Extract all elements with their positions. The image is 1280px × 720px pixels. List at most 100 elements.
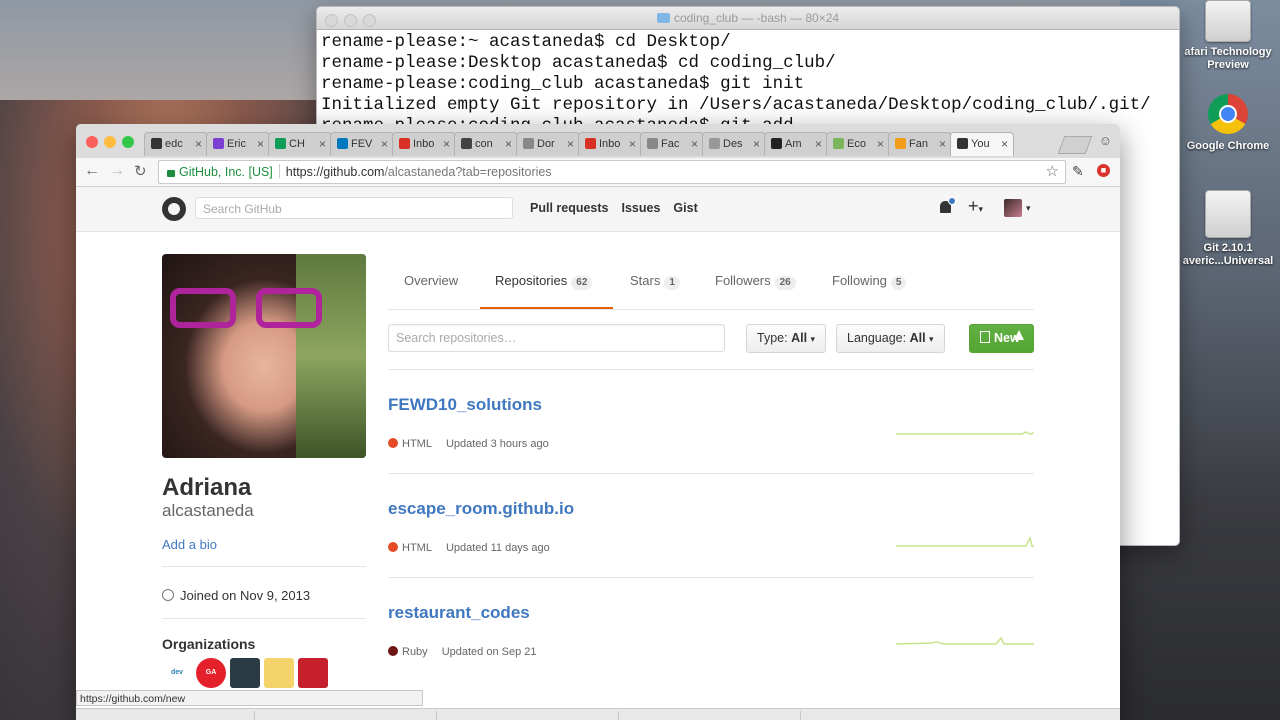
browser-tab[interactable]: FEV × (330, 132, 394, 156)
browser-tab[interactable]: Fan × (888, 132, 952, 156)
organization-avatar[interactable] (298, 658, 328, 688)
chrome-app-icon[interactable]: Google Chrome (1180, 94, 1276, 153)
github-search-input[interactable]: Search GitHub (195, 197, 513, 219)
download-item[interactable] (448, 711, 619, 720)
browser-tab[interactable]: Fac × (640, 132, 704, 156)
tab-strip[interactable]: edc × Eric × CH × FEV × Inbo × con × Dor × Inbo × Fac × De… (76, 124, 1120, 158)
minimize-window-button[interactable] (104, 136, 116, 148)
repository-search-input[interactable]: Search repositories… (388, 324, 725, 352)
browser-tab[interactable]: You × (950, 132, 1014, 156)
repository-name-link[interactable]: restaurant_codes (388, 603, 530, 623)
close-tab-icon[interactable]: × (753, 137, 760, 151)
address-bar[interactable]: GitHub, Inc. [US] https://github.com/alca… (158, 160, 1066, 184)
close-tab-icon[interactable]: × (443, 137, 450, 151)
favicon-icon (709, 138, 720, 149)
nav-pull-requests[interactable]: Pull requests (530, 201, 609, 215)
download-item[interactable] (630, 711, 801, 720)
browser-window[interactable]: edc × Eric × CH × FEV × Inbo × con × Dor × Inbo × Fac × De… (76, 124, 1120, 720)
desktop-icon-label: Google Chrome (1186, 140, 1270, 152)
window-controls[interactable] (325, 12, 382, 34)
safari-tp-drive-icon[interactable]: afari Technology Preview (1180, 0, 1276, 72)
browser-tab[interactable]: Inbo × (578, 132, 642, 156)
type-filter-dropdown[interactable]: Type: All ▾ (746, 324, 827, 353)
git-drive-icon[interactable]: Git 2.10.1 averic...Universal (1180, 190, 1276, 268)
close-tab-icon[interactable]: × (257, 137, 264, 151)
browser-tab[interactable]: Inbo × (392, 132, 456, 156)
add-bio-link[interactable]: Add a bio (162, 537, 217, 552)
terminal-titlebar[interactable]: coding_club — -bash — 80×24 (317, 7, 1179, 30)
close-tab-icon[interactable]: × (939, 137, 946, 151)
ublock-extension-icon[interactable]: ■ (1097, 164, 1110, 177)
favicon-icon (151, 138, 162, 149)
repository-name-link[interactable]: FEWD10_solutions (388, 395, 542, 415)
browser-tabs[interactable]: edc × Eric × CH × FEV × Inbo × con × Dor × Inbo × Fac × De… (144, 132, 1014, 158)
tab-followers[interactable]: Followers 26 (715, 273, 796, 290)
profile-photo[interactable] (162, 254, 366, 458)
browser-tab[interactable]: Des × (702, 132, 766, 156)
github-logo-icon[interactable] (162, 197, 186, 221)
new-tab-button[interactable] (1057, 136, 1093, 154)
close-tab-icon[interactable]: × (629, 137, 636, 151)
downloads-bar (76, 708, 1120, 720)
organization-avatar[interactable]: GA (196, 658, 226, 688)
repository-meta: Ruby Updated on Sep 21 (388, 646, 537, 658)
ev-certificate-label[interactable]: GitHub, Inc. [US] (179, 165, 273, 179)
reload-icon[interactable]: ↻ (134, 162, 147, 180)
close-tab-icon[interactable]: × (691, 137, 698, 151)
tab-following[interactable]: Following 5 (832, 273, 907, 290)
close-tab-icon[interactable]: × (505, 137, 512, 151)
chevron-down-icon[interactable]: ▾ (1026, 203, 1031, 214)
window-controls[interactable] (86, 135, 140, 153)
browser-tab[interactable]: Am × (764, 132, 828, 156)
close-tab-icon[interactable]: × (877, 137, 884, 151)
organizations-heading: Organizations (162, 636, 256, 652)
organization-avatar[interactable]: dev (162, 658, 192, 688)
drive-icon (1205, 190, 1251, 238)
favicon-icon (461, 138, 472, 149)
organization-avatar[interactable] (264, 658, 294, 688)
close-tab-icon[interactable]: × (1001, 137, 1008, 151)
tab-stars[interactable]: Stars 1 (630, 273, 680, 290)
zoom-window-button[interactable] (363, 14, 376, 27)
activity-sparkline (896, 431, 1034, 435)
zoom-window-button[interactable] (122, 136, 134, 148)
close-tab-icon[interactable]: × (567, 137, 574, 151)
repository-updated: Updated on Sep 21 (441, 646, 537, 658)
language-filter-dropdown[interactable]: Language: All ▾ (836, 324, 945, 353)
tab-title: Eco (847, 138, 866, 150)
new-repository-button[interactable]: New (969, 324, 1034, 353)
download-item[interactable] (84, 711, 255, 720)
filter-label: Language: (847, 331, 907, 345)
close-window-button[interactable] (325, 14, 338, 27)
create-new-menu[interactable]: +▾ (968, 196, 983, 217)
terminal-output[interactable]: rename-please:~ acastaneda$ cd Desktop/r… (317, 30, 1179, 139)
close-tab-icon[interactable]: × (319, 137, 326, 151)
photo-foliage (296, 254, 366, 458)
extension-icon[interactable]: ✎ (1072, 163, 1084, 180)
organization-avatar[interactable] (230, 658, 260, 688)
close-tab-icon[interactable]: × (381, 137, 388, 151)
browser-tab[interactable]: Dor × (516, 132, 580, 156)
browser-tab[interactable]: edc × (144, 132, 208, 156)
terminal-line: rename-please:Desktop acastaneda$ cd cod… (321, 53, 836, 73)
back-icon[interactable]: ← (84, 162, 100, 180)
close-tab-icon[interactable]: × (815, 137, 822, 151)
download-item[interactable] (266, 711, 437, 720)
bookmark-star-icon[interactable]: ☆ (1046, 161, 1059, 183)
nav-issues[interactable]: Issues (622, 201, 661, 215)
tab-repositories[interactable]: Repositories 62 (495, 273, 593, 290)
forward-icon[interactable]: → (109, 162, 125, 180)
browser-tab[interactable]: Eco × (826, 132, 890, 156)
tab-overview[interactable]: Overview (404, 273, 458, 288)
browser-tab[interactable]: con × (454, 132, 518, 156)
nav-gist[interactable]: Gist (673, 201, 697, 215)
repository-item: FEWD10_solutions HTML Updated 3 hours ago (388, 369, 1034, 474)
user-avatar-menu[interactable] (1004, 199, 1022, 217)
close-window-button[interactable] (86, 136, 98, 148)
browser-tab[interactable]: CH × (268, 132, 332, 156)
minimize-window-button[interactable] (344, 14, 357, 27)
browser-tab[interactable]: Eric × (206, 132, 270, 156)
repository-name-link[interactable]: escape_room.github.io (388, 499, 574, 519)
profile-icon[interactable]: ☺ (1099, 133, 1112, 148)
close-tab-icon[interactable]: × (195, 137, 202, 151)
